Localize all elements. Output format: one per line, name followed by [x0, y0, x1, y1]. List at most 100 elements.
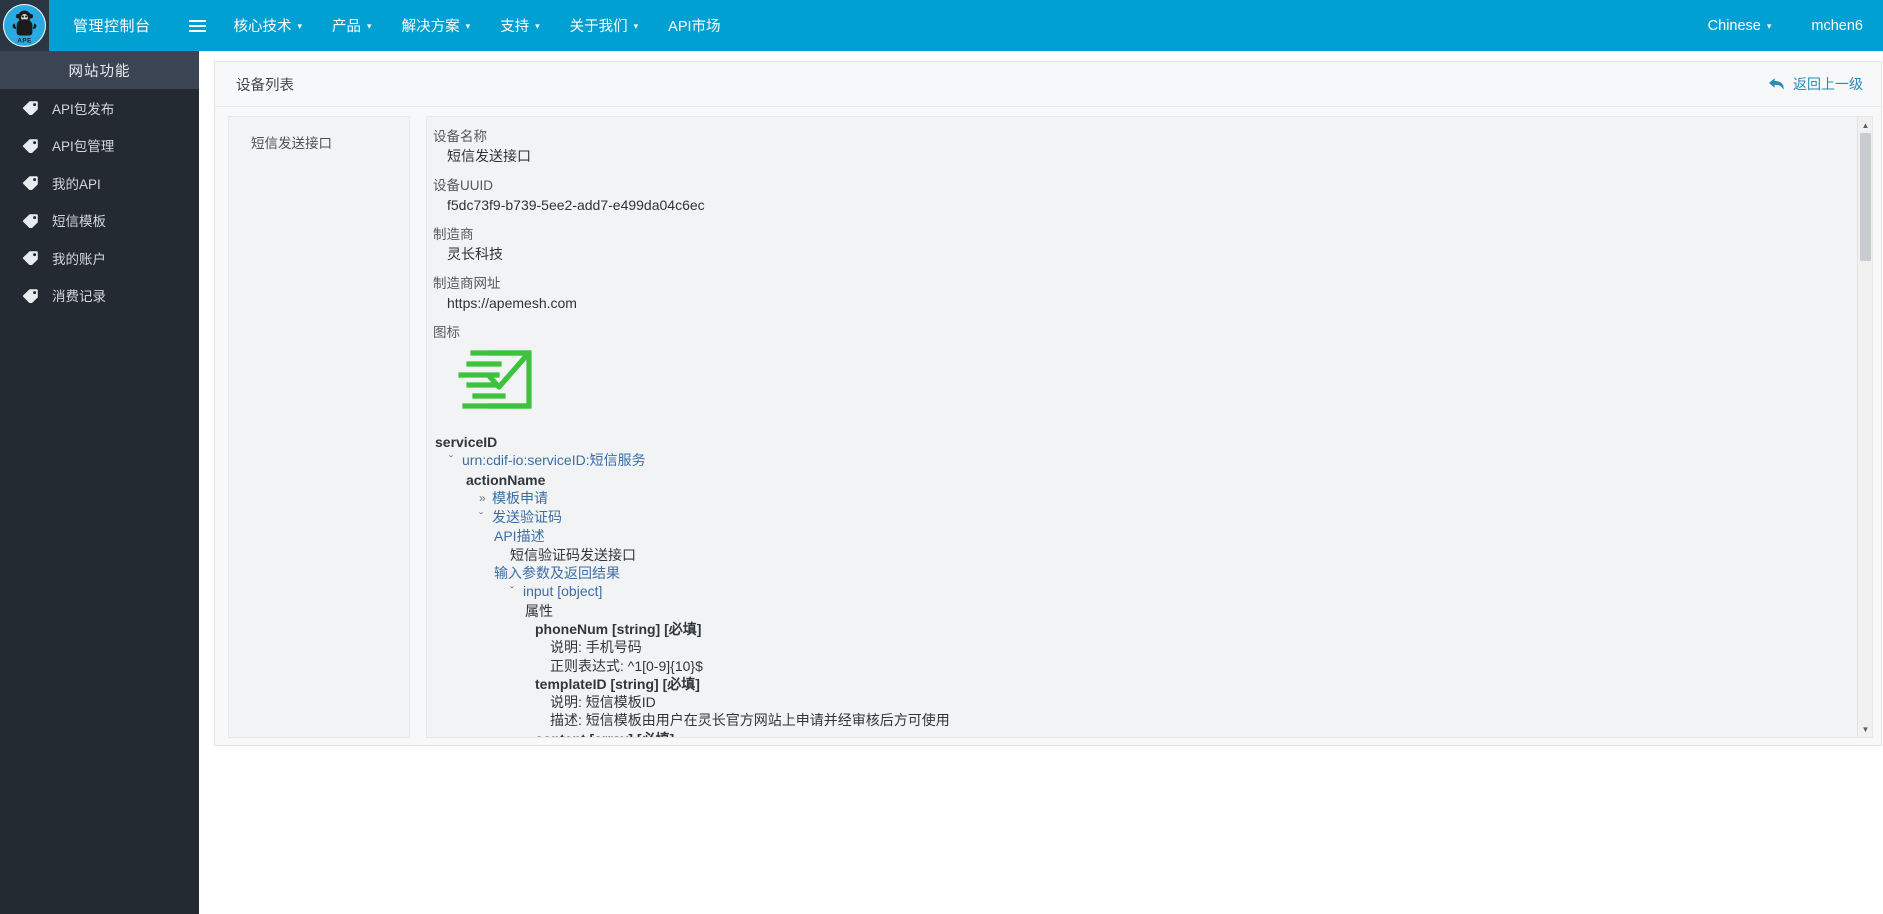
- device-detail-content: 设备名称 短信发送接口 设备UUID f5dc73f9-b739-5ee2-ad…: [427, 117, 1872, 737]
- nav-item-label: 产品: [332, 19, 362, 35]
- sidebar-item-my-account[interactable]: 我的账户: [0, 239, 199, 277]
- field-value: f5dc73f9-b739-5ee2-add7-e499da04c6ec: [447, 197, 705, 213]
- scroll-up-button[interactable]: ▲: [1858, 117, 1872, 133]
- nav-brand-title[interactable]: 管理控制台: [49, 0, 177, 51]
- tree-property-signature: phoneNum [string] [必填]: [535, 620, 702, 637]
- sidebar-item-api-manage[interactable]: API包管理: [0, 127, 199, 165]
- nav-item-label: 关于我们: [569, 19, 628, 35]
- tree-action-send-verify-code[interactable]: ˇ 发送验证码: [433, 508, 1872, 527]
- hamburger-menu-icon[interactable]: [177, 0, 219, 51]
- sidebar-header: 网站功能: [0, 51, 199, 89]
- nav-item-label: 核心技术: [233, 19, 292, 35]
- scrollbar-thumb[interactable]: [1860, 133, 1871, 261]
- tree-input-label: input [object]: [523, 583, 603, 600]
- tag-icon: [22, 250, 41, 266]
- navbar-right-group: Chinese ▾ mchen6: [1688, 0, 1883, 51]
- sidebar-item-label: 我的账户: [52, 251, 106, 267]
- nav-item-api-market[interactable]: API市场: [653, 0, 735, 51]
- chevron-down-icon: ▾: [367, 21, 372, 31]
- svg-text:APE: APE: [17, 37, 32, 44]
- sidebar-item-consumption-records[interactable]: 消费记录: [0, 277, 199, 315]
- field-value: https://apemesh.com: [447, 295, 577, 311]
- panel-body: 短信发送接口 设备名称 短信发送接口 设备UUID f5dc73f9-b739-…: [215, 108, 1883, 746]
- field-value: 短信发送接口: [447, 148, 531, 164]
- panel-header: 设备列表 返回上一级: [215, 62, 1881, 107]
- back-arrow-icon: [1768, 77, 1785, 91]
- chevron-down-icon[interactable]: ˇ: [479, 508, 492, 526]
- nav-item-solutions[interactable]: 解决方案 ▾: [387, 0, 486, 51]
- ape-logo-icon: APE: [3, 4, 46, 47]
- tree-property-detail: 说明: 手机号码: [550, 639, 642, 656]
- tree-properties-label: 属性: [525, 602, 553, 619]
- tree-property-signature: templateID [string] [必填]: [535, 675, 700, 692]
- chevron-down-icon[interactable]: ˇ: [510, 582, 523, 600]
- tree-api-description-value: 短信验证码发送接口: [510, 546, 636, 563]
- field-label: 设备名称: [433, 129, 487, 144]
- top-navbar: APE 管理控制台 核心技术 ▾ 产品 ▾ 解决方案 ▾ 支持 ▾ 关于我们 ▾…: [0, 0, 1883, 51]
- field-label: 制造商: [433, 227, 474, 242]
- logo-container[interactable]: APE: [0, 0, 49, 51]
- vertical-scrollbar[interactable]: ▲ ▼: [1857, 117, 1872, 737]
- chevron-down-icon: ▾: [297, 21, 303, 31]
- tree-property-detail: 正则表达式: ^1[0-9]{10}$: [550, 657, 703, 674]
- back-link-label: 返回上一级: [1793, 76, 1863, 92]
- tree-service-id-label: serviceID: [435, 434, 498, 450]
- field-manufacturer: 制造商 灵长科技: [433, 225, 1872, 265]
- field-manufacturer-url: 制造商网址 https://apemesh.com: [433, 274, 1872, 314]
- field-device-name: 设备名称 短信发送接口: [433, 127, 1872, 167]
- sidebar: 网站功能 API包发布 API包管理 我的API 短信模板 我的账户 消费记录: [0, 51, 199, 914]
- back-to-previous-link[interactable]: 返回上一级: [1768, 74, 1863, 94]
- sidebar-item-label: API包发布: [52, 101, 115, 117]
- device-list-column: 短信发送接口: [228, 116, 410, 738]
- language-selector[interactable]: Chinese ▾: [1688, 0, 1792, 51]
- field-value: 灵长科技: [447, 246, 503, 262]
- sidebar-item-label: 消费记录: [52, 289, 106, 305]
- tree-property-detail: 说明: 短信模板ID: [550, 694, 656, 711]
- main-content: 设备列表 返回上一级 短信发送接口 设备名称 短信发送接口 设备UUID f5d…: [199, 51, 1883, 914]
- tree-input-node[interactable]: ˇ input [object]: [433, 582, 1872, 601]
- tree-api-description-label[interactable]: API描述: [433, 527, 1872, 545]
- tree-io-params-label[interactable]: 输入参数及返回结果: [433, 564, 1872, 582]
- sidebar-item-label: API包管理: [52, 139, 115, 155]
- scroll-down-button[interactable]: ▼: [1858, 721, 1872, 737]
- nav-item-label: API市场: [668, 19, 721, 35]
- nav-item-about-us[interactable]: 关于我们 ▾: [555, 0, 654, 51]
- sidebar-item-label: 短信模板: [52, 214, 106, 230]
- chevron-down-icon: ▾: [633, 21, 639, 31]
- nav-item-support[interactable]: 支持 ▾: [485, 0, 555, 51]
- language-label: Chinese: [1707, 17, 1761, 34]
- sidebar-item-api-publish[interactable]: API包发布: [0, 89, 199, 127]
- field-label: 图标: [433, 325, 460, 340]
- tag-icon: [22, 175, 41, 191]
- tag-icon: [22, 100, 41, 116]
- page-title: 设备列表: [236, 77, 294, 94]
- service-tree: serviceID ˇ urn:cdif-io:serviceID:短信服务 ac…: [433, 431, 1872, 737]
- scrollbar-track[interactable]: [1858, 133, 1872, 721]
- green-envelope-check-icon: [447, 346, 1872, 419]
- user-menu[interactable]: mchen6: [1791, 0, 1883, 51]
- chevron-down-icon: ▾: [465, 21, 471, 31]
- chevron-down-icon: ▾: [535, 21, 540, 31]
- field-icon: 图标: [433, 323, 1872, 419]
- tree-action-template-apply[interactable]: » 模板申请: [433, 489, 1872, 508]
- list-item[interactable]: 短信发送接口: [229, 117, 409, 162]
- tree-action-name-label: actionName: [466, 471, 546, 488]
- nav-item-products[interactable]: 产品 ▾: [317, 0, 387, 51]
- username-label: mchen6: [1811, 17, 1863, 34]
- sidebar-item-label: 我的API: [52, 176, 101, 192]
- field-label: 设备UUID: [433, 178, 493, 193]
- device-list-panel: 设备列表 返回上一级 短信发送接口 设备名称 短信发送接口 设备UUID f5d…: [214, 61, 1882, 746]
- chevron-right-icon[interactable]: »: [479, 489, 492, 507]
- nav-item-label: 解决方案: [401, 19, 460, 35]
- nav-item-core-tech[interactable]: 核心技术 ▾: [219, 0, 318, 51]
- tag-icon: [22, 213, 41, 228]
- tree-action-label: 模板申请: [492, 489, 548, 506]
- tree-service-id-node[interactable]: ˇ urn:cdif-io:serviceID:短信服务: [433, 451, 1872, 470]
- field-label: 制造商网址: [433, 276, 501, 291]
- tree-property-signature: content [array] [必填]: [433, 730, 1872, 737]
- sidebar-item-my-api[interactable]: 我的API: [0, 164, 199, 202]
- device-detail-column: 设备名称 短信发送接口 设备UUID f5dc73f9-b739-5ee2-ad…: [426, 116, 1873, 738]
- chevron-down-icon: ▾: [1766, 21, 1772, 31]
- sidebar-item-sms-template[interactable]: 短信模板: [0, 202, 199, 240]
- chevron-down-icon[interactable]: ˇ: [449, 451, 462, 469]
